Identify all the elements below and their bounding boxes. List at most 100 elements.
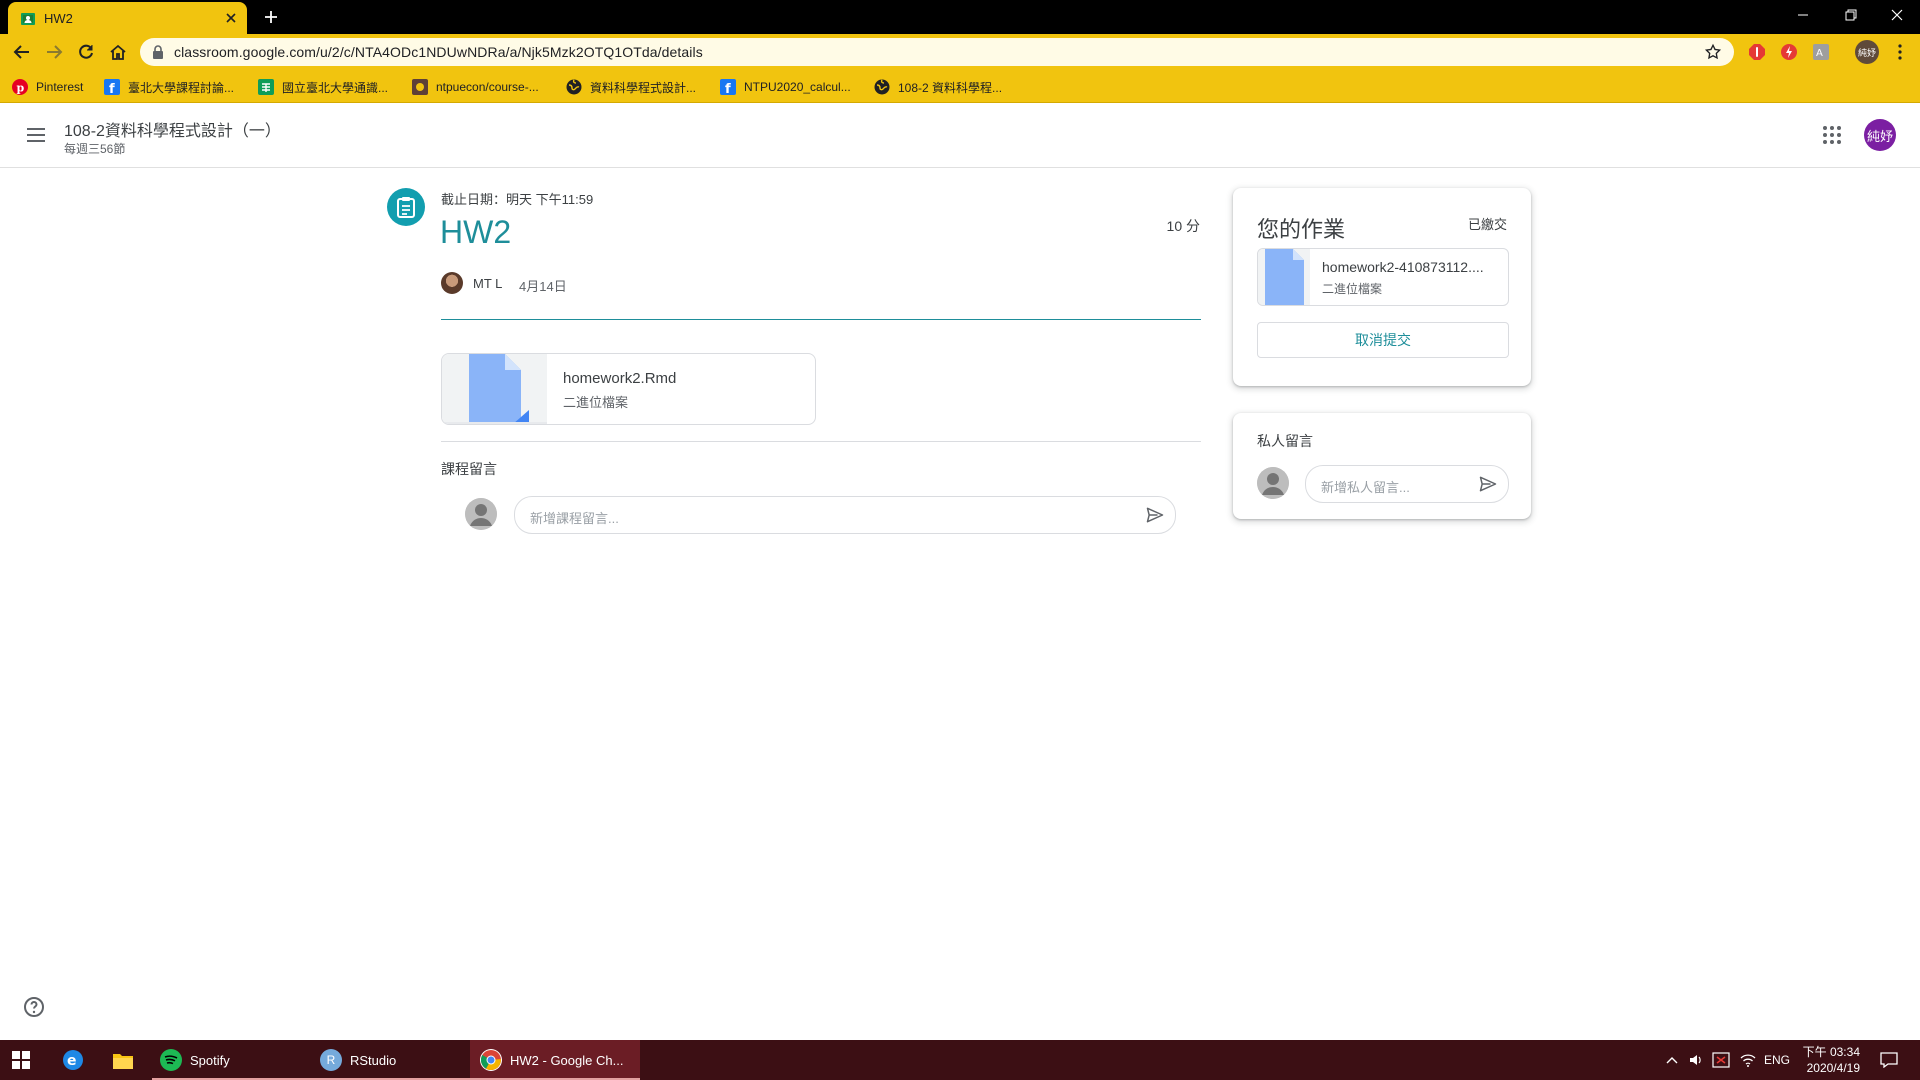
private-comment-input[interactable]: 新增私人留言...: [1305, 465, 1509, 503]
close-tab-icon[interactable]: [223, 10, 239, 26]
browser-toolbar: classroom.google.com/u/2/c/NTA4ODc1NDUwN…: [0, 34, 1920, 70]
clock-date: 2020/4/19: [1806, 1061, 1860, 1075]
restore-icon[interactable]: [1828, 0, 1874, 30]
file-thumbnail: [1258, 249, 1310, 305]
bookmark-item[interactable]: f 臺北大學課程討論...: [104, 78, 234, 96]
submitted-file-type: 二進位檔案: [1322, 282, 1383, 296]
address-bar[interactable]: classroom.google.com/u/2/c/NTA4ODc1NDUwN…: [140, 38, 1734, 66]
bookmark-star-icon[interactable]: [1704, 43, 1722, 61]
system-clock[interactable]: 下午 03:34 2020/4/19: [1790, 1044, 1860, 1076]
edge-icon[interactable]: e: [62, 1040, 84, 1080]
assignment-points: 10 分: [1166, 218, 1200, 234]
attachment-name: homework2.Rmd: [563, 370, 677, 387]
svg-text:A: A: [1816, 48, 1823, 59]
commenter-avatar: [1257, 467, 1289, 499]
browser-profile-avatar[interactable]: 純妤: [1855, 40, 1879, 64]
pinterest-icon: p: [12, 79, 28, 95]
bookmarks-bar: p Pinterest f 臺北大學課程討論... 國立臺北大學通識... nt…: [0, 70, 1920, 103]
taskbar-app-spotify[interactable]: Spotify: [152, 1040, 312, 1080]
bookmark-item[interactable]: 108-2 資料科學程...: [874, 78, 1002, 96]
bookmark-item[interactable]: 國立臺北大學通識...: [258, 78, 388, 96]
close-window-icon[interactable]: [1874, 0, 1920, 30]
bookmark-item[interactable]: ntpuecon/course-...: [412, 78, 539, 96]
class-comment-input[interactable]: 新增課程留言...: [514, 496, 1176, 534]
browser-tab-active[interactable]: HW2: [8, 2, 247, 34]
windows-start-icon[interactable]: [12, 1040, 30, 1080]
lock-icon: [152, 45, 164, 59]
class-comment-placeholder: 新增課程留言...: [530, 511, 619, 526]
url-text: classroom.google.com/u/2/c/NTA4ODc1NDUwN…: [174, 44, 703, 60]
hamburger-menu-icon[interactable]: [24, 123, 48, 147]
tray-chevron-up-icon[interactable]: [1666, 1040, 1678, 1080]
bookmark-item[interactable]: f NTPU2020_calcul...: [720, 78, 851, 96]
notifications-icon[interactable]: [1880, 1040, 1898, 1080]
facebook-icon: f: [104, 79, 120, 95]
send-icon[interactable]: [1478, 474, 1498, 494]
title-divider: [441, 319, 1201, 320]
power-extension-icon[interactable]: [1780, 43, 1798, 61]
post-date: 4月14日: [519, 279, 567, 294]
account-avatar[interactable]: 純妤: [1864, 119, 1896, 151]
reload-icon[interactable]: [74, 40, 98, 64]
assignment-icon: [387, 188, 425, 226]
course-subtitle: 每週三56節: [64, 142, 126, 156]
due-date: 截止日期：明天 下午11:59: [441, 192, 594, 207]
your-work-title: 您的作業: [1257, 217, 1346, 242]
google-apps-icon[interactable]: [1820, 123, 1844, 147]
svg-text:f: f: [109, 82, 115, 95]
minimize-icon[interactable]: [1780, 0, 1826, 30]
chrome-icon: [480, 1049, 502, 1071]
commenter-avatar: [465, 498, 497, 530]
home-icon[interactable]: [106, 40, 130, 64]
private-comment-placeholder: 新增私人留言...: [1321, 480, 1410, 495]
taskbar-app-chrome[interactable]: HW2 - Google Ch...: [470, 1040, 640, 1080]
attachment-card[interactable]: homework2.Rmd 二進位檔案: [441, 353, 816, 425]
rstudio-icon: R: [320, 1049, 342, 1071]
classroom-header: 108-2資料科學程式設計（一） 每週三56節 純妤: [0, 103, 1920, 168]
taskbar-app-rstudio[interactable]: R RStudio: [312, 1040, 472, 1080]
submitted-file[interactable]: homework2-410873112.... 二進位檔案: [1257, 248, 1509, 306]
translate-extension-icon[interactable]: A: [1812, 43, 1830, 61]
clock-time: 下午 03:34: [1802, 1045, 1860, 1059]
your-work-card: 您的作業 已繳交 homework2-410873112.... 二進位檔案 取…: [1233, 188, 1531, 386]
adblock-extension-icon[interactable]: [1748, 43, 1766, 61]
spotify-icon: [160, 1049, 182, 1071]
wifi-icon[interactable]: [1740, 1040, 1756, 1080]
class-comments-label: 課程留言: [441, 461, 497, 477]
submission-status: 已繳交: [1467, 217, 1507, 232]
more-vert-icon[interactable]: [1888, 40, 1912, 64]
svg-text:p: p: [17, 82, 25, 95]
author-avatar: [441, 272, 463, 294]
help-icon[interactable]: [22, 995, 46, 1019]
attachment-type: 二進位檔案: [563, 395, 629, 410]
bookmark-item[interactable]: p Pinterest: [12, 78, 83, 96]
tab-title: HW2: [44, 11, 73, 26]
new-tab-icon[interactable]: [262, 8, 280, 26]
file-explorer-icon[interactable]: [112, 1040, 134, 1080]
facebook-icon: f: [720, 79, 736, 95]
forward-arrow-icon[interactable]: [42, 40, 66, 64]
file-thumbnail: [442, 354, 547, 424]
send-icon[interactable]: [1145, 505, 1165, 525]
github-icon: [412, 79, 428, 95]
volume-icon[interactable]: [1688, 1040, 1704, 1080]
classroom-favicon-icon: [20, 11, 36, 27]
unsubmit-button[interactable]: 取消提交: [1257, 322, 1509, 358]
globe-icon: [566, 79, 582, 95]
input-language[interactable]: ENG: [1764, 1040, 1790, 1080]
back-arrow-icon[interactable]: [10, 40, 34, 64]
private-comments-label: 私人留言: [1257, 433, 1313, 449]
svg-text:f: f: [725, 82, 731, 95]
sheets-icon: [258, 79, 274, 95]
bookmark-item[interactable]: 資料科學程式設計...: [566, 78, 696, 96]
windows-taskbar: e Spotify R RStudio HW2 - Google Ch... E…: [0, 1040, 1920, 1080]
submitted-file-name: homework2-410873112....: [1322, 259, 1484, 275]
antivirus-tray-icon[interactable]: [1712, 1040, 1730, 1080]
author-name: MT L: [473, 276, 503, 291]
course-title[interactable]: 108-2資料科學程式設計（一）: [64, 117, 281, 141]
svg-text:e: e: [67, 1053, 77, 1069]
section-divider: [441, 441, 1201, 442]
private-comments-card: 私人留言 新增私人留言...: [1233, 413, 1531, 519]
browser-tab-strip: HW2: [0, 0, 1920, 34]
assignment-title: HW2: [440, 214, 512, 250]
